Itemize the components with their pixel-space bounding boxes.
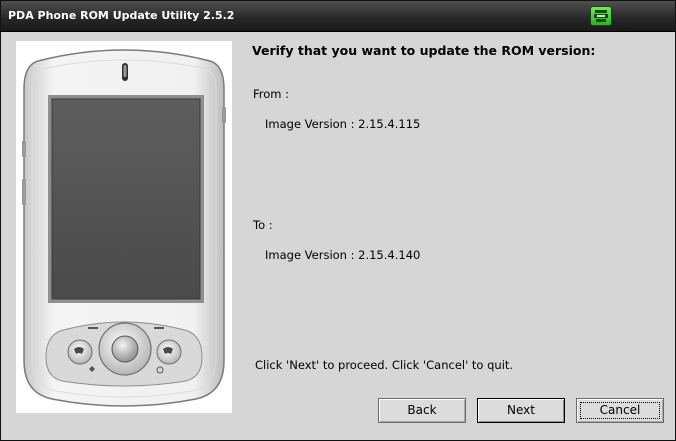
next-button[interactable]: Next [477, 398, 565, 423]
green-app-icon[interactable] [590, 6, 612, 26]
update-utility-window: PDA Phone ROM Update Utility 2.5.2 Verif… [0, 0, 676, 441]
to-label: To : [253, 218, 273, 232]
cancel-button-label: Cancel [599, 403, 641, 417]
verify-heading: Verify that you want to update the ROM v… [252, 43, 596, 58]
pda-phone-illustration [22, 49, 226, 407]
device-image-panel [16, 41, 232, 413]
title-bar[interactable]: PDA Phone ROM Update Utility 2.5.2 [1, 1, 675, 32]
to-image-version: Image Version : 2.15.4.140 [265, 248, 421, 262]
from-image-version: Image Version : 2.15.4.115 [265, 117, 421, 131]
next-button-label: Next [507, 403, 535, 417]
window-title: PDA Phone ROM Update Utility 2.5.2 [8, 9, 235, 22]
cancel-button[interactable]: Cancel [576, 398, 664, 423]
back-button-label: Back [407, 403, 437, 417]
back-button[interactable]: Back [378, 398, 466, 423]
from-label: From : [253, 87, 290, 101]
instruction-text: Click 'Next' to proceed. Click 'Cancel' … [255, 358, 514, 372]
